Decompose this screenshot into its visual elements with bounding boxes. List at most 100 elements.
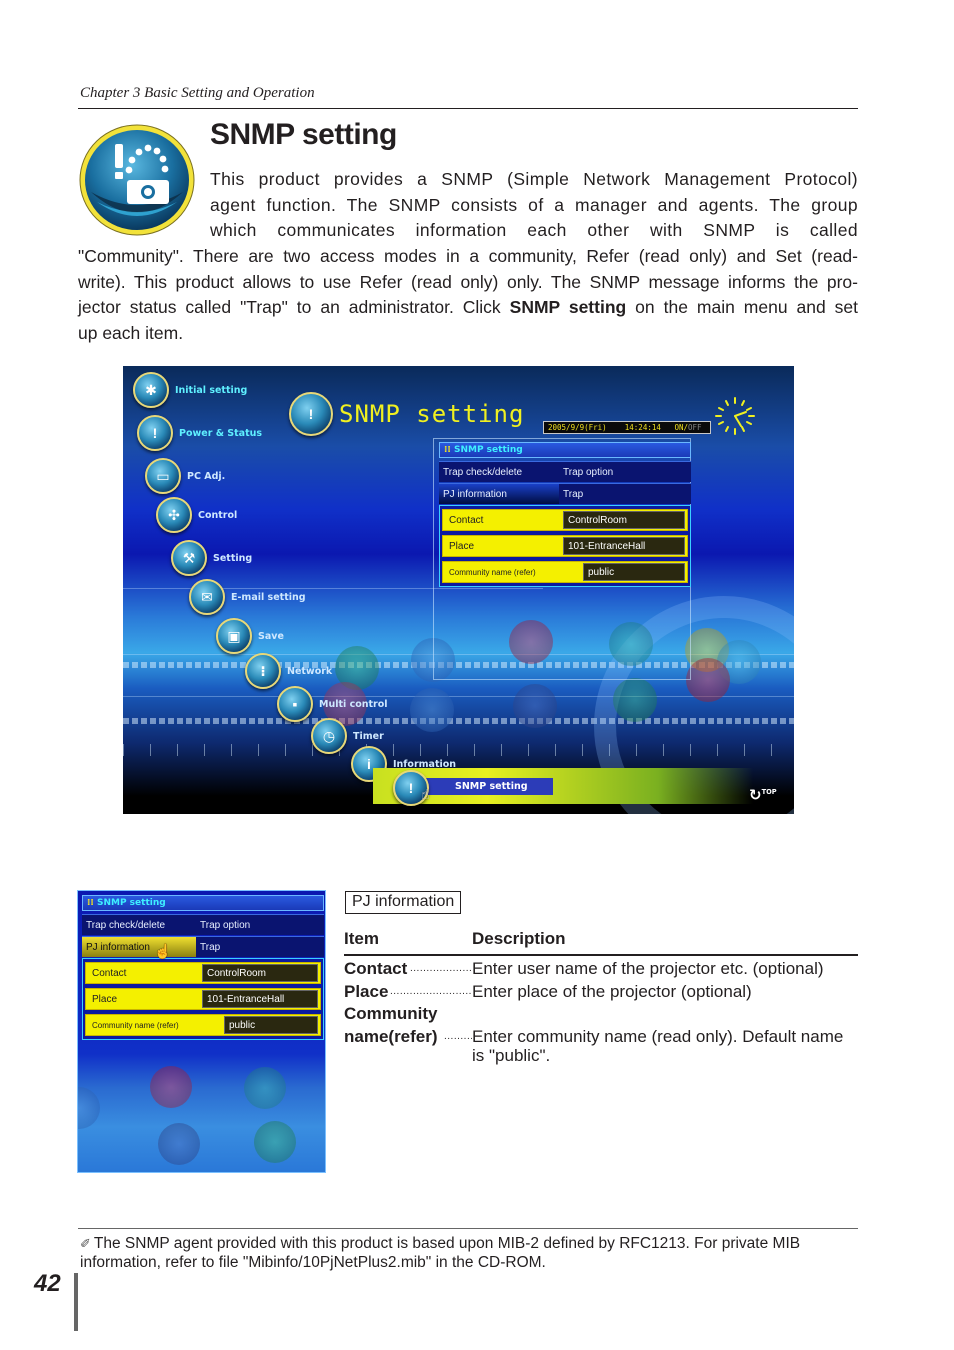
- place-input[interactable]: 101-EntranceHall: [563, 537, 685, 555]
- pj-information-screenshot: ⁞⁞ SNMP setting Trap check/delete Trap o…: [77, 890, 326, 1173]
- bg-snmp-orb: [513, 684, 557, 728]
- menu-label: Multi control: [319, 698, 388, 710]
- section-label-box: PJ information: [345, 891, 462, 914]
- menu-label: PC Adj.: [187, 470, 226, 482]
- intro-paragraph-top: This product provides a SNMP (Simple Net…: [210, 167, 858, 244]
- menu-item-multi-control[interactable]: ▪ Multi control: [277, 686, 388, 722]
- tab-trap-option[interactable]: Trap option: [559, 461, 691, 482]
- snmp-header-icon: !: [289, 392, 333, 436]
- tab-trap-check-delete[interactable]: Trap check/delete: [82, 914, 196, 935]
- tab-trap[interactable]: Trap: [559, 483, 691, 504]
- field-label: Place: [92, 993, 118, 1005]
- field-label: Contact: [92, 967, 127, 979]
- page-title: SNMP setting: [210, 118, 397, 151]
- grid-dots-icon: ⁞⁞: [444, 445, 451, 455]
- bg-snmp-orb: [158, 1123, 200, 1165]
- menu-item-save[interactable]: ▣ Save: [216, 618, 284, 654]
- tab-row-1: Trap check/delete Trap option: [439, 461, 691, 482]
- column-description: Description: [472, 929, 566, 948]
- network-projector-icon: ⁝: [245, 653, 281, 689]
- menu-label: E-mail setting: [231, 591, 306, 603]
- menu-item-initial-setting[interactable]: ✱ Initial setting: [133, 372, 247, 408]
- menu-label: SNMP setting: [455, 781, 528, 792]
- clock-icon: [715, 397, 755, 435]
- bg-floppy-orb: [78, 1087, 100, 1129]
- top-label: TOP: [761, 787, 777, 796]
- menu-label: Setting: [213, 552, 253, 564]
- floppy-disk-icon: ▣: [216, 618, 252, 654]
- intro-line: agent function. The SNMP consists of a m…: [210, 194, 858, 215]
- snmp-setting-emphasis: SNMP setting: [509, 297, 627, 317]
- panel-title-text: SNMP setting: [453, 445, 523, 455]
- menu-item-network[interactable]: ⁝ Network: [245, 653, 332, 689]
- contact-input[interactable]: ControlRoom: [563, 511, 685, 529]
- wrench-screwdriver-icon: ⚒: [171, 540, 207, 576]
- chapter-header: Chapter 3 Basic Setting and Operation: [80, 85, 315, 101]
- menu-label: Network: [287, 665, 333, 677]
- contact-input[interactable]: ControlRoom: [202, 964, 318, 982]
- header-rule: [78, 108, 858, 109]
- menu-label: Save: [258, 630, 284, 642]
- envelope-icon: ✉: [189, 579, 225, 615]
- menu-item-snmp-setting[interactable]: SNMP setting: [423, 778, 553, 795]
- item-description: Enter place of the projector (optional): [472, 982, 752, 1001]
- menu-item-setting[interactable]: ⚒ Setting: [171, 540, 252, 576]
- field-label: Community name (refer): [449, 567, 536, 577]
- tab-label: PJ information: [86, 942, 150, 953]
- intro-line: which communicates information each othe…: [210, 220, 858, 240]
- footnote-text: The SNMP agent provided with this produc…: [80, 1235, 801, 1271]
- intro-line: "Community". There are two access modes …: [78, 246, 858, 266]
- dot-leader: ..............................: [410, 963, 472, 974]
- status-on: ON/: [674, 423, 688, 432]
- tab-trap-check-delete[interactable]: Trap check/delete: [439, 461, 559, 482]
- bg-envelope-orb: [150, 1066, 192, 1108]
- alert-projector-icon: !: [137, 415, 173, 451]
- bg-info-orb: [410, 688, 454, 732]
- snmp-setting-panel: ⁞⁞ SNMP setting Trap check/delete Trap o…: [82, 895, 324, 1040]
- menu-label: Initial setting: [175, 384, 248, 396]
- description-row: Contact .............................. E…: [344, 958, 858, 980]
- field-label: Community name (refer): [92, 1020, 179, 1030]
- menu-item-control[interactable]: ✣ Control: [156, 497, 237, 533]
- status-bar: 2005/9/9(Fri) 14:24:14 ON/OFF: [543, 421, 711, 434]
- monitor-pc-icon: ▭: [145, 458, 181, 494]
- grid-dots-icon: ⁞⁞: [87, 898, 94, 908]
- contact-field: Contact ControlRoom: [85, 962, 321, 984]
- place-input[interactable]: 101-EntranceHall: [202, 990, 318, 1008]
- item-name: Contact: [344, 959, 408, 978]
- community-field: Community name (refer) public: [442, 561, 688, 583]
- intro-text: jector status called "Trap" to an admini…: [78, 297, 510, 317]
- menu-item-email-setting[interactable]: ✉ E-mail setting: [189, 579, 306, 615]
- place-field: Place 101-EntranceHall: [85, 988, 321, 1010]
- tab-trap[interactable]: Trap: [196, 936, 324, 957]
- field-group: Contact ControlRoom Place 101-EntranceHa…: [439, 505, 691, 587]
- screen-title: SNMP setting: [339, 400, 525, 428]
- tab-pj-information[interactable]: PJ information ☝: [82, 936, 196, 959]
- intro-line: up each item.: [78, 322, 184, 343]
- field-label: Place: [449, 540, 475, 552]
- dot-leader: ........................................: [390, 986, 472, 997]
- panel-title: ⁞⁞ SNMP setting: [439, 442, 691, 458]
- community-input[interactable]: public: [583, 563, 685, 581]
- status-date: 2005/9/9(Fri): [548, 423, 607, 432]
- tab-trap-option[interactable]: Trap option: [196, 914, 324, 935]
- description-row: name(refer) .................. Enter com…: [344, 1026, 858, 1065]
- footnote: ✐ The SNMP agent provided with this produ…: [80, 1234, 860, 1272]
- page-number-bar: [74, 1273, 78, 1331]
- menu-label: Control: [198, 509, 238, 521]
- intro-line: This product provides a SNMP (Simple Net…: [210, 169, 858, 189]
- tab-pj-information[interactable]: PJ information: [439, 483, 559, 504]
- menu-item-power-status[interactable]: ! Power & Status: [137, 415, 262, 451]
- community-input[interactable]: public: [224, 1016, 318, 1034]
- place-field: Place 101-EntranceHall: [442, 535, 688, 557]
- bg-gear-orb: [613, 678, 657, 722]
- item-description: Enter user name of the projector etc. (o…: [472, 959, 824, 978]
- item-name-line1: Community: [344, 1004, 438, 1023]
- status-time: 14:24:14: [624, 423, 661, 432]
- column-item: Item: [344, 929, 379, 948]
- top-link[interactable]: ↻TOP: [749, 786, 777, 804]
- menu-item-pc-adj[interactable]: ▭ PC Adj.: [145, 458, 225, 494]
- tab-row-2: PJ information ☝ Trap: [82, 936, 324, 959]
- intro-paragraph-bottom: "Community". There are two access modes …: [78, 244, 858, 346]
- item-name: name(refer): [344, 1027, 438, 1046]
